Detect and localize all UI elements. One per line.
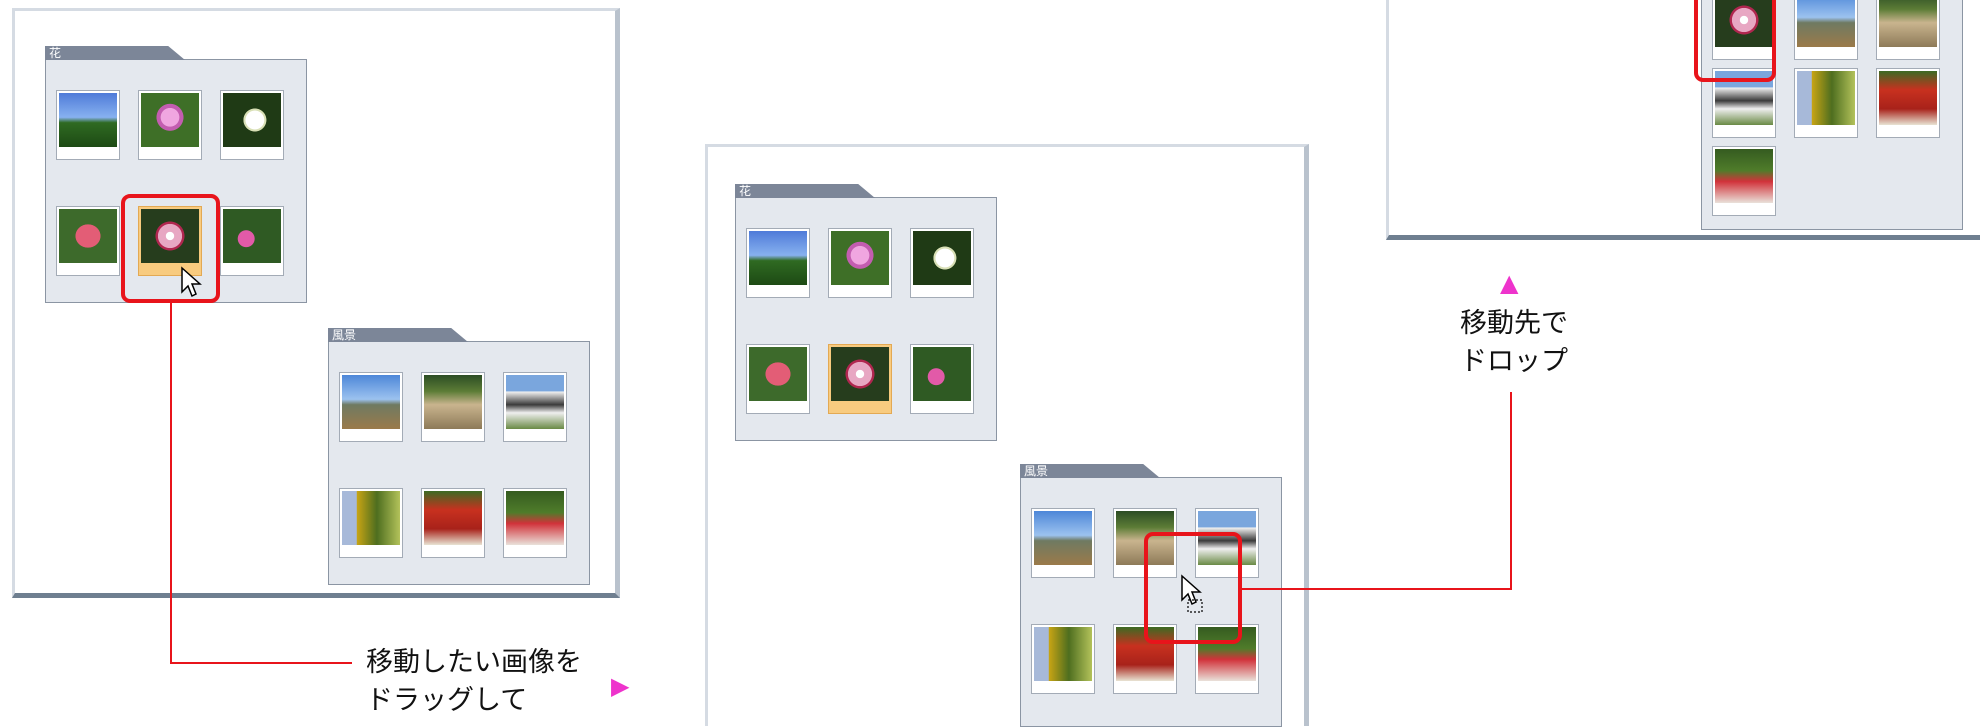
thumbnail[interactable] (220, 90, 284, 160)
connector-line (170, 662, 352, 664)
thumbnail[interactable] (746, 228, 810, 298)
scenery-image (342, 375, 400, 429)
thumbnail[interactable] (1794, 68, 1858, 138)
connector-line (1242, 588, 1512, 590)
thumbnail[interactable] (1031, 508, 1095, 578)
thumbnail[interactable] (56, 206, 120, 276)
thumbnail[interactable] (220, 206, 284, 276)
thumbnail[interactable] (828, 228, 892, 298)
scenery-image (1879, 0, 1937, 47)
panel1-folder-scenery[interactable]: 風景 (328, 328, 590, 585)
scenery-image (1034, 627, 1092, 681)
flower-image (913, 347, 971, 401)
scenery-image (1034, 511, 1092, 565)
connector-line (170, 303, 172, 663)
scenery-image (1797, 71, 1855, 125)
thumbnail[interactable] (339, 372, 403, 442)
flower-image (223, 209, 281, 263)
thumbnail[interactable] (1876, 68, 1940, 138)
thumbnail[interactable] (56, 90, 120, 160)
flower-image (59, 93, 117, 147)
thumbnail-selected[interactable] (828, 344, 892, 414)
connector-line (1510, 392, 1512, 590)
flower-image (749, 231, 807, 285)
scenery-image (424, 491, 482, 545)
thumbnail[interactable] (746, 344, 810, 414)
thumbnail[interactable] (1031, 624, 1095, 694)
drop-caption-line2: ドロップ (1460, 346, 1568, 377)
folder-tab[interactable]: 花 (45, 46, 185, 60)
scenery-image (1797, 0, 1855, 47)
thumbnail[interactable] (339, 488, 403, 558)
thumbnail[interactable] (503, 488, 567, 558)
flower-image (59, 209, 117, 263)
drop-caption: 移動先で ドロップ (1458, 305, 1570, 381)
thumbnail[interactable] (1794, 0, 1858, 60)
panel3-window (1386, 0, 1980, 240)
thumbnail[interactable] (910, 228, 974, 298)
flower-image (141, 93, 199, 147)
folder-tab[interactable]: 風景 (1020, 464, 1160, 478)
flower-image (831, 231, 889, 285)
thumbnail[interactable] (1876, 0, 1940, 60)
flower-image (831, 347, 889, 401)
dropped-highlight (1694, 0, 1776, 82)
thumbnail[interactable] (138, 90, 202, 160)
drag-caption-line1: 移動したい画像を (366, 647, 582, 678)
scenery-image (1715, 149, 1773, 203)
scenery-image (424, 375, 482, 429)
drag-caption: 移動したい画像を ドラッグして (366, 644, 582, 720)
drag-caption-line2: ドラッグして (366, 685, 528, 716)
scenery-image (506, 491, 564, 545)
mouse-pointer-icon (181, 266, 202, 298)
arrow-up-icon: ▲ (1500, 269, 1519, 297)
thumbnail[interactable] (421, 488, 485, 558)
panel2-folder-flowers[interactable]: 花 (735, 184, 997, 441)
flower-image (223, 93, 281, 147)
thumbnail[interactable] (421, 372, 485, 442)
folder-tab[interactable]: 風景 (328, 328, 468, 342)
selection-highlight (121, 194, 220, 303)
scenery-image (1879, 71, 1937, 125)
flower-image (913, 231, 971, 285)
arrow-right-icon: ▶ (611, 672, 630, 700)
thumbnail[interactable] (503, 372, 567, 442)
panel1-window: 花 風景 (12, 8, 620, 598)
flower-image (749, 347, 807, 401)
drop-caption-line1: 移動先で (1460, 308, 1568, 339)
folder-tab[interactable]: 花 (735, 184, 875, 198)
thumbnail[interactable] (1712, 146, 1776, 216)
scenery-image (506, 375, 564, 429)
scenery-image (342, 491, 400, 545)
thumbnail[interactable] (910, 344, 974, 414)
drag-pointer-icon (1181, 574, 1203, 613)
